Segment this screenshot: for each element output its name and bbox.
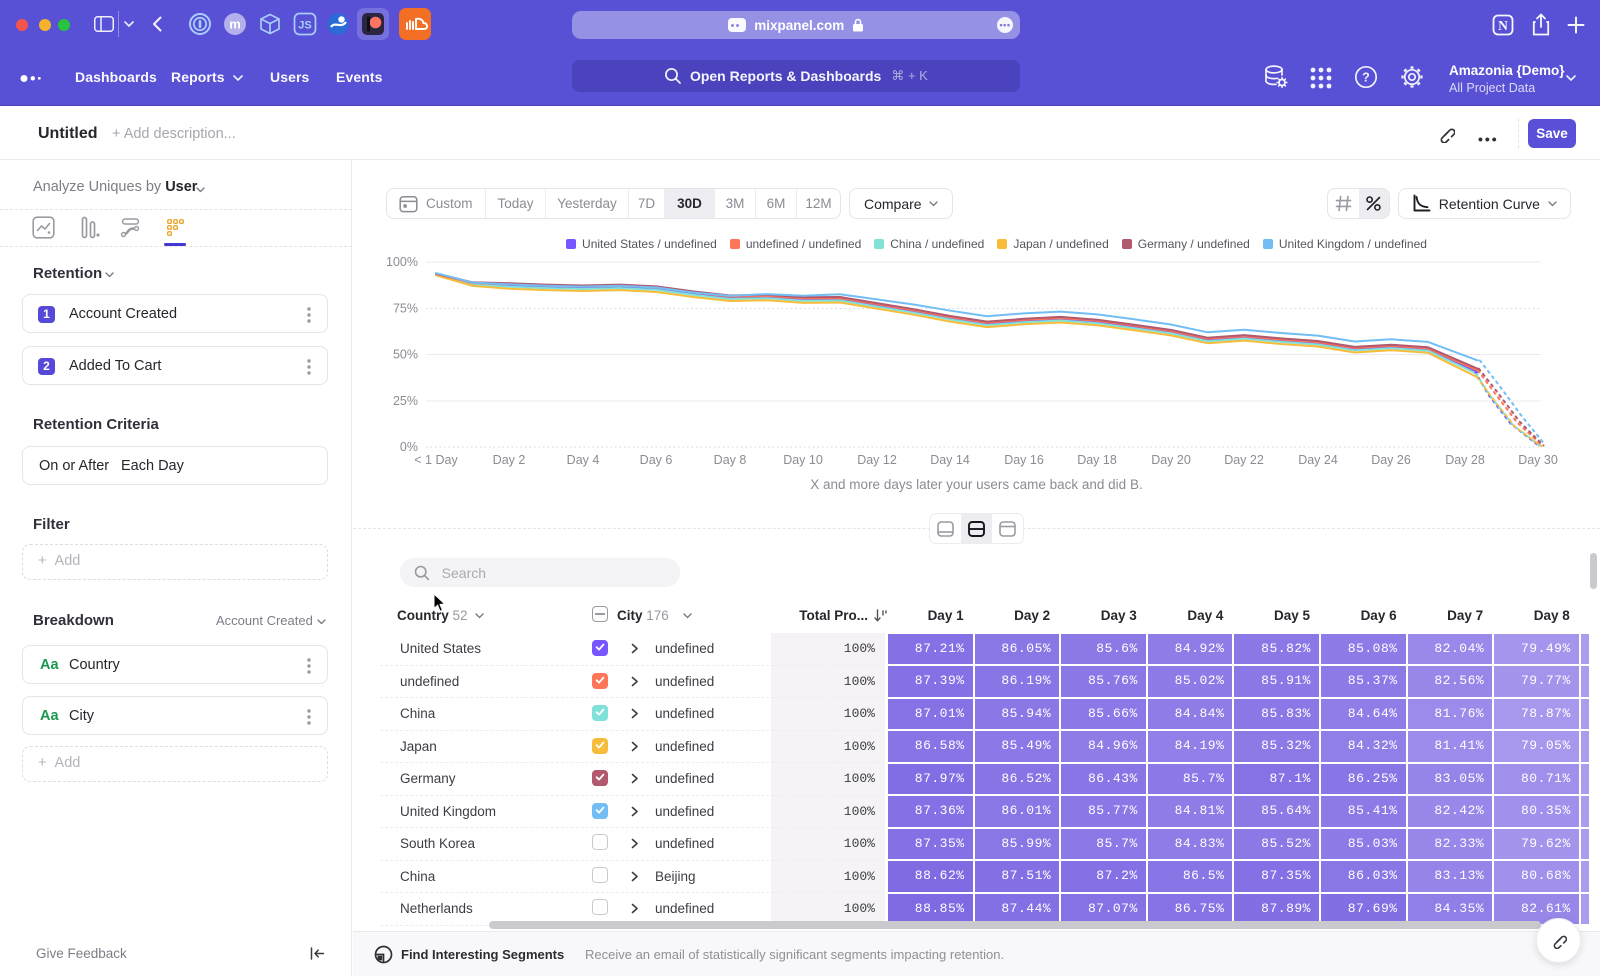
svg-text:100%: 100%	[386, 255, 418, 269]
svg-text:Day 14: Day 14	[930, 453, 970, 467]
svg-text:Day 2: Day 2	[493, 453, 526, 467]
svg-text:Day 30: Day 30	[1518, 453, 1558, 467]
svg-text:N: N	[1498, 18, 1508, 33]
svg-text:Day 20: Day 20	[1151, 453, 1191, 467]
svg-text:Day 12: Day 12	[857, 453, 897, 467]
svg-text:25%: 25%	[393, 394, 418, 408]
svg-text:Day 22: Day 22	[1224, 453, 1264, 467]
svg-text:0%: 0%	[400, 440, 418, 454]
svg-text:Day 6: Day 6	[640, 453, 673, 467]
svg-text:?: ?	[1362, 71, 1370, 85]
svg-text:75%: 75%	[393, 302, 418, 316]
svg-text:m: m	[229, 17, 241, 32]
svg-text:JS: JS	[298, 20, 311, 32]
svg-text:Day 8: Day 8	[714, 453, 747, 467]
svg-text:Day 24: Day 24	[1298, 453, 1338, 467]
svg-text:50%: 50%	[393, 348, 418, 362]
svg-text:< 1 Day: < 1 Day	[414, 453, 458, 467]
svg-text:Day 18: Day 18	[1077, 453, 1117, 467]
svg-text:Day 28: Day 28	[1445, 453, 1485, 467]
svg-text:Day 16: Day 16	[1004, 453, 1044, 467]
svg-text:Day 26: Day 26	[1371, 453, 1411, 467]
svg-text:Day 10: Day 10	[783, 453, 823, 467]
svg-text:Day 4: Day 4	[567, 453, 600, 467]
